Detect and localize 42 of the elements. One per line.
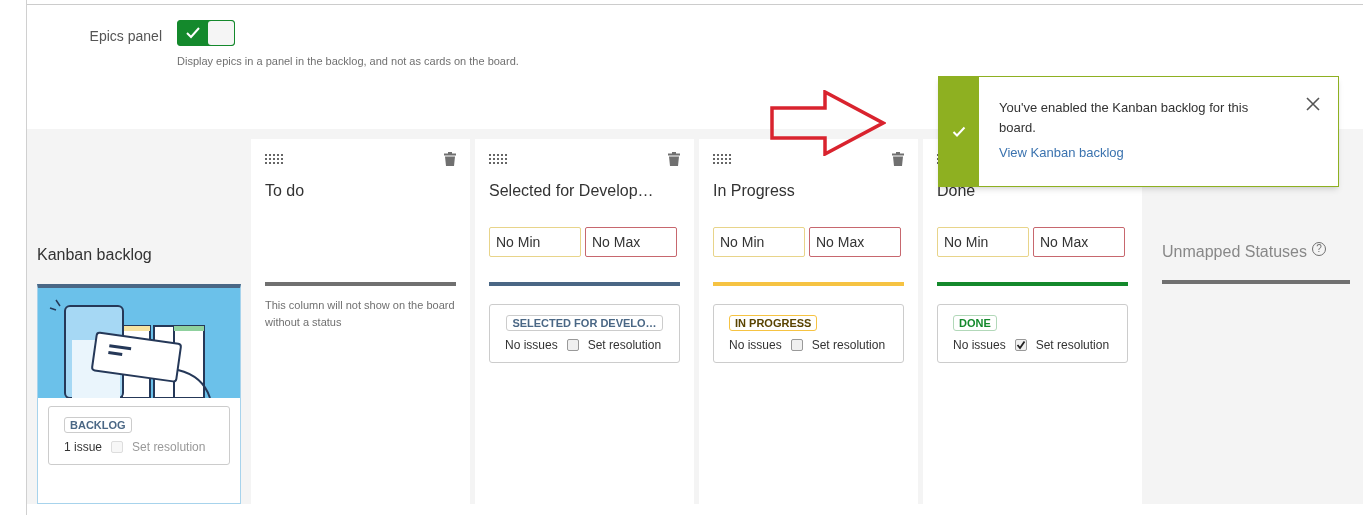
max-field[interactable]: No Max [585,227,677,257]
status-lozenge: SELECTED FOR DEVELO… [506,315,663,331]
issue-count: No issues [953,337,1006,354]
drag-handle-icon[interactable] [265,154,285,164]
toggle-switch[interactable] [177,20,235,46]
setting-description: Display epics in a panel in the backlog, and not as cards on the board. [177,54,519,69]
trash-icon[interactable] [668,152,680,166]
toast-message: You've enabled the Kanban backlog for this board. [999,99,1250,137]
column-title: To do [265,181,306,201]
checkbox[interactable] [790,339,803,351]
close-icon [1306,97,1320,111]
check-icon [952,125,966,138]
issue-count: 1 issue [64,439,103,456]
checkbox[interactable] [1014,339,1027,351]
status-lozenge: DONE [953,315,997,331]
setting-label: Epics panel [88,27,163,46]
trash-icon[interactable] [892,152,904,166]
issue-count: No issues [505,337,558,354]
close-button[interactable] [1306,97,1320,111]
check-icon [186,27,200,39]
column-note: This column will not show on the board without a status [265,298,456,330]
min-field[interactable]: No Min [713,227,805,257]
column-title: Kanban backlog [37,245,153,265]
min-field[interactable]: No Min [489,227,581,257]
drag-handle-icon[interactable] [713,154,733,164]
toast-link[interactable]: View Kanban backlog [999,143,1124,163]
column-title: Selected for Develop… [489,181,655,201]
checkbox-label: Set resolution [811,337,886,354]
section-title: Unmapped Statuses [1162,242,1307,262]
checkbox-label: Set resolution [587,337,662,354]
max-field[interactable]: No Max [1033,227,1125,257]
column-title: In Progress [713,181,796,201]
issue-count: No issues [729,337,782,354]
status-lozenge: IN PROGRESS [729,315,818,331]
status-lozenge: BACKLOG [64,417,132,433]
max-field[interactable]: No Max [809,227,901,257]
drag-handle-icon[interactable] [489,154,509,164]
trash-icon[interactable] [444,152,456,166]
checkbox-label: Set resolution [1035,337,1110,354]
checkbox-label: Set resolution [132,439,206,456]
checkbox[interactable] [566,339,579,351]
min-field[interactable]: No Min [937,227,1029,257]
